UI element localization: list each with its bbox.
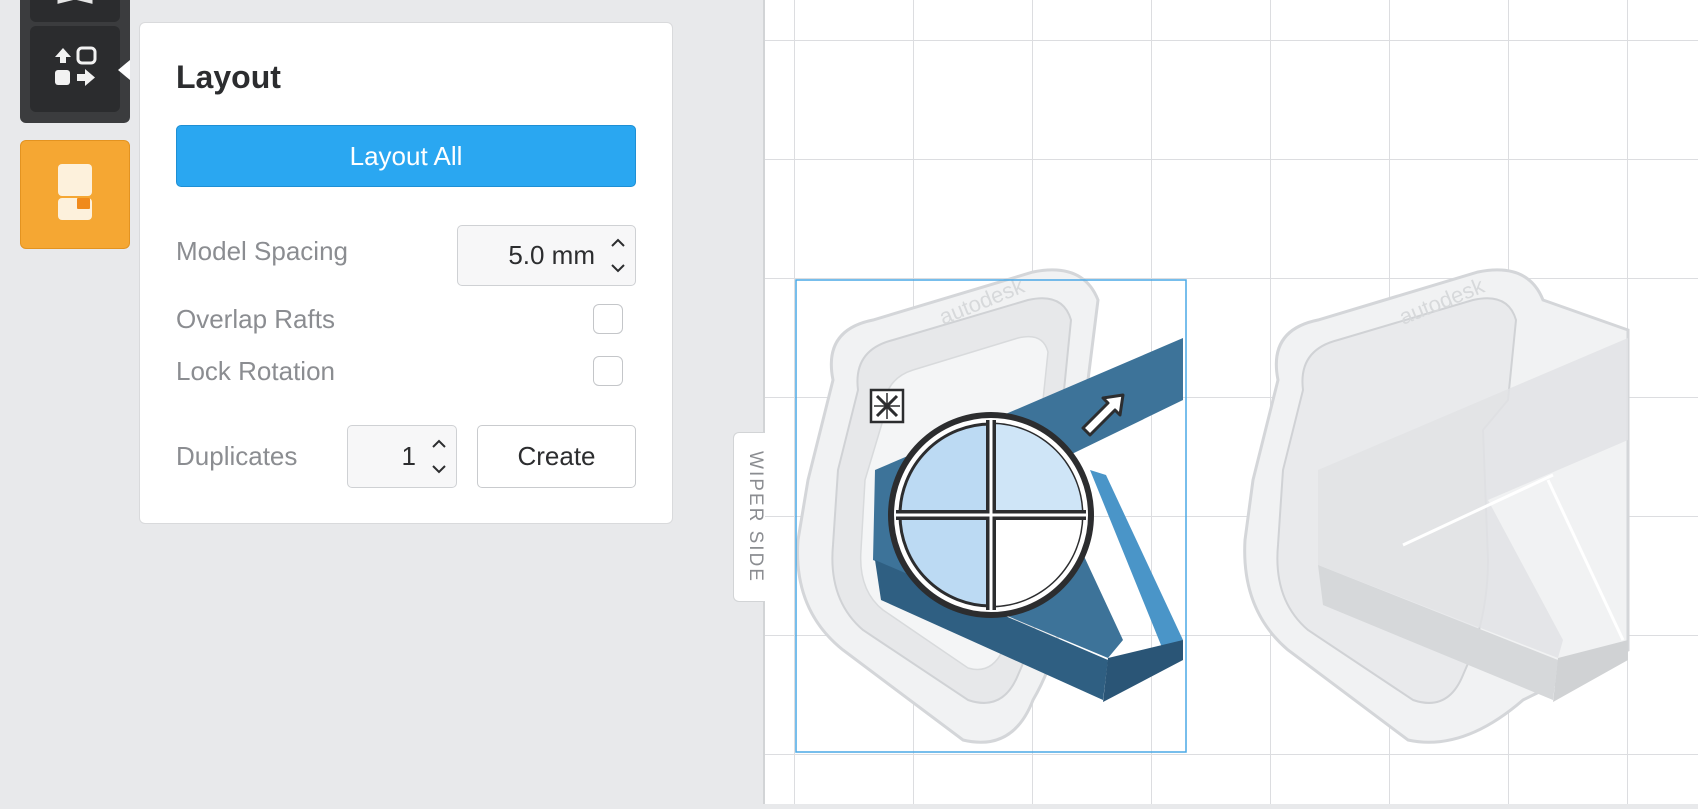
chevron-up-icon[interactable]: [432, 435, 446, 453]
tool-group: [20, 0, 130, 123]
duplicates-stepper[interactable]: 1: [347, 425, 457, 488]
lock-rotation-label: Lock Rotation: [176, 356, 335, 386]
overlap-rafts-label: Overlap Rafts: [176, 304, 335, 334]
overlap-rafts-checkbox[interactable]: [593, 304, 623, 334]
layout-panel: Layout Layout All Model Spacing 5.0 mm O…: [139, 22, 673, 524]
supports-tool-button[interactable]: [20, 140, 130, 249]
unselected-model[interactable]: autodesk: [1243, 268, 1630, 744]
move-icon[interactable]: [869, 388, 905, 424]
bookmark-icon: [55, 0, 95, 19]
panel-pointer: [118, 60, 130, 80]
model-spacing-stepper[interactable]: 5.0 mm: [457, 225, 636, 286]
model-spacing-value: 5.0 mm: [508, 240, 595, 270]
duplicates-value: 1: [401, 441, 416, 471]
chevron-down-icon[interactable]: [611, 260, 625, 278]
model-spacing-label: Model Spacing: [176, 236, 348, 266]
duplicates-label: Duplicates: [176, 441, 298, 471]
chevron-down-icon[interactable]: [432, 461, 446, 479]
layout-all-button[interactable]: Layout All: [176, 125, 636, 187]
rotation-gizmo-icon[interactable]: [888, 412, 1094, 618]
lock-rotation-checkbox[interactable]: [593, 356, 623, 386]
toolbar-top-button[interactable]: [30, 0, 120, 22]
chevron-up-icon[interactable]: [611, 234, 625, 252]
wiper-side-label: WIPER SIDE: [745, 451, 766, 583]
model-scene: autodesk autodesk: [763, 0, 1698, 809]
supports-icon: [55, 162, 95, 227]
layout-tool-button[interactable]: [30, 26, 120, 112]
create-button[interactable]: Create: [477, 425, 636, 488]
panel-title: Layout: [176, 59, 281, 95]
layout-arrange-icon: [51, 44, 99, 95]
